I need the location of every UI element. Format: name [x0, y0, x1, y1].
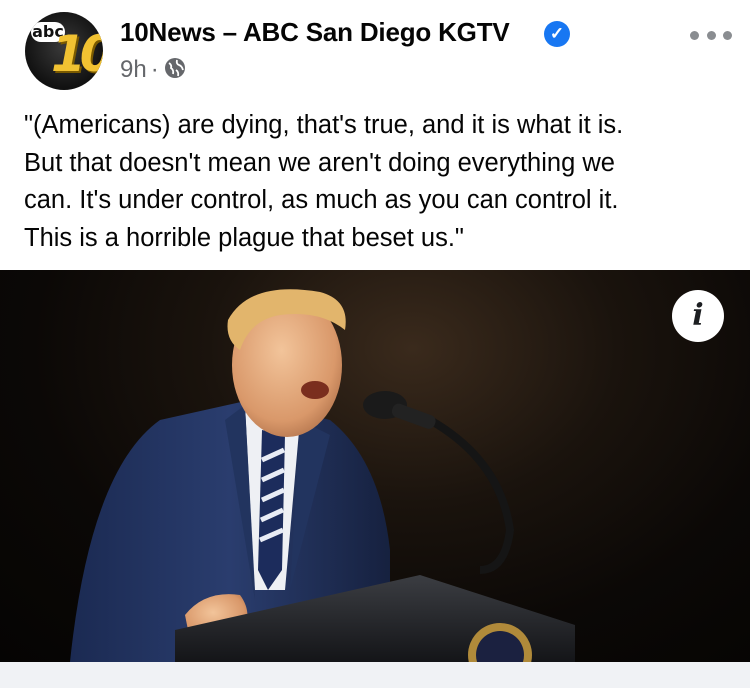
globe-icon[interactable] [163, 56, 187, 87]
post-timestamp[interactable]: 9h [120, 56, 147, 83]
more-options-button[interactable] [690, 20, 732, 50]
link-preview-bar[interactable] [0, 662, 750, 688]
page-avatar[interactable]: abc 10 [25, 12, 103, 90]
more-dot-icon [690, 30, 699, 40]
post-header: abc 10 10News – ABC San Diego KGTV ✓ 9h · [0, 0, 750, 95]
verified-badge-icon: ✓ [544, 21, 570, 47]
post-text: "(Americans) are dying, that's true, and… [24, 111, 624, 252]
post-photo[interactable] [0, 270, 750, 662]
avatar-10-logo: 10 [51, 25, 103, 83]
photo-illustration [70, 289, 575, 662]
post-meta: 9h · [120, 56, 187, 87]
more-dot-icon [723, 30, 732, 40]
more-dot-icon [706, 30, 716, 40]
meta-separator: · [150, 56, 159, 83]
photo-info-icon[interactable]: i [672, 290, 724, 342]
page-name-link[interactable]: 10News – ABC San Diego KGTV [120, 17, 510, 48]
